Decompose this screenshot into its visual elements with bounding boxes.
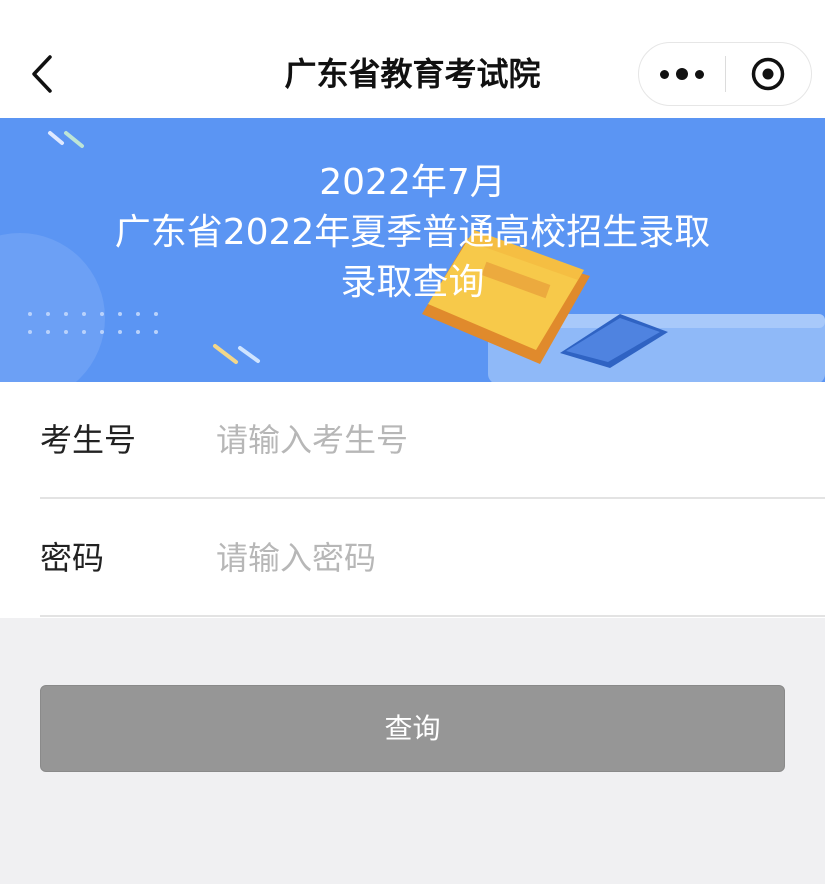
more-dots-icon-right	[694, 69, 704, 79]
banner: 2022年7月 广东省2022年夏季普通高校招生录取 录取查询	[0, 118, 825, 382]
password-input[interactable]	[216, 530, 796, 586]
banner-title: 广东省2022年夏季普通高校招生录取	[114, 212, 711, 253]
more-dots-icon	[659, 69, 669, 79]
back-button[interactable]	[22, 50, 62, 98]
password-label: 密码	[40, 539, 105, 577]
page: 广东省教育考试院 2022年7月 广东省2022年夏季普通高校招生录取 录取查询…	[0, 0, 825, 884]
nav-bar: 广东省教育考试院	[0, 0, 825, 118]
login-form: 考生号 密码	[0, 382, 825, 618]
exam-number-row: 考生号	[40, 382, 825, 499]
password-row: 密码	[40, 500, 825, 617]
query-button[interactable]: 查询	[40, 685, 785, 772]
banner-date: 2022年7月	[319, 162, 506, 203]
chevron-left-icon	[32, 55, 52, 93]
more-dots-icon-center	[675, 68, 688, 80]
banner-subtitle: 录取查询	[340, 262, 485, 303]
banner-heading: 2022年7月 广东省2022年夏季普通高校招生录取 录取查询	[0, 158, 825, 308]
mini-program-capsule	[638, 42, 812, 106]
close-button[interactable]	[726, 43, 812, 105]
exam-number-label: 考生号	[40, 421, 137, 459]
more-button[interactable]	[639, 43, 725, 105]
target-circle-icon	[752, 57, 785, 91]
exam-number-input[interactable]	[216, 412, 796, 468]
